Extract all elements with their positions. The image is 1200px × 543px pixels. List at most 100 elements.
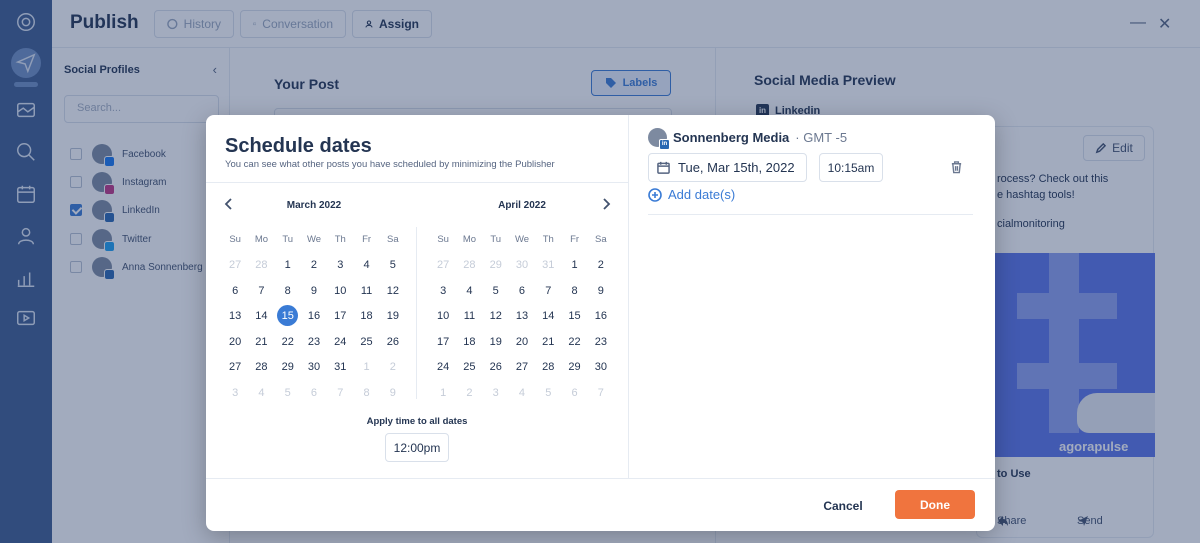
- calendar-grid: Su Mo Tu We Th Fr Sa 27 28 29 30 31 1 2 3 4 5 6 7 8 9 10 11 12 1…: [430, 227, 614, 406]
- weekday-label: We: [514, 233, 530, 245]
- calendar-day[interactable]: 2: [301, 254, 327, 276]
- weekday-header-row: Su Mo Tu We Th Fr Sa: [222, 227, 406, 253]
- calendar-day[interactable]: 8: [275, 280, 301, 302]
- calendar-day[interactable]: 11: [456, 305, 482, 327]
- weekday-label: We: [306, 233, 322, 245]
- date-field[interactable]: Tue, Mar 15th, 2022: [648, 153, 807, 182]
- cancel-button[interactable]: Cancel: [816, 492, 870, 520]
- calendar-day: 1: [363, 361, 370, 374]
- calendar-day[interactable]: 19: [483, 331, 509, 353]
- calendar-day[interactable]: 3: [327, 254, 353, 276]
- calendar-day[interactable]: 17: [430, 331, 456, 353]
- calendar-week-row: 24 25 26 27 28 29 30: [430, 355, 614, 381]
- done-button[interactable]: Done: [895, 490, 975, 519]
- calendar-day[interactable]: 6: [509, 280, 535, 302]
- avatar: in: [648, 128, 670, 150]
- calendar-day: 29: [489, 259, 502, 272]
- calendar-day[interactable]: 1: [561, 254, 587, 276]
- calendar-day[interactable]: 21: [248, 331, 274, 353]
- calendar-day[interactable]: 28: [248, 356, 274, 378]
- calendar-day[interactable]: 23: [301, 331, 327, 353]
- calendar-day[interactable]: 17: [327, 305, 353, 327]
- calendar-day[interactable]: 10: [327, 280, 353, 302]
- weekday-label: Th: [542, 233, 554, 245]
- weekday-label: Mo: [254, 233, 269, 245]
- calendar-day[interactable]: 11: [353, 280, 379, 302]
- weekday-label: Mo: [462, 233, 477, 245]
- calendar-day: 27: [229, 259, 242, 272]
- calendar-day[interactable]: 4: [456, 280, 482, 302]
- calendar-week-row: 13 14 15 16 17 18 19: [222, 304, 406, 330]
- calendar-day-selected[interactable]: 15: [275, 305, 301, 327]
- calendar-day[interactable]: 30: [301, 356, 327, 378]
- calendar-day[interactable]: 31: [327, 356, 353, 378]
- weekday-label: Tu: [490, 233, 502, 245]
- calendar-day[interactable]: 28: [535, 356, 561, 378]
- calendar-week-row: 20 21 22 23 24 25 26: [222, 329, 406, 355]
- calendar-day[interactable]: 29: [561, 356, 587, 378]
- calendar-day[interactable]: 3: [430, 280, 456, 302]
- calendar-day: 31: [542, 259, 555, 272]
- calendar-day[interactable]: 27: [509, 356, 535, 378]
- calendar-day[interactable]: 7: [535, 280, 561, 302]
- calendar-day[interactable]: 2: [588, 254, 614, 276]
- calendar-day[interactable]: 20: [222, 331, 248, 353]
- calendar-day[interactable]: 6: [222, 280, 248, 302]
- calendar-day[interactable]: 27: [222, 356, 248, 378]
- calendar-day: 6: [571, 386, 578, 399]
- time-field[interactable]: 10:15am: [819, 153, 883, 182]
- calendar-day[interactable]: 1: [275, 254, 301, 276]
- calendar-day[interactable]: 21: [535, 331, 561, 353]
- calendar-day[interactable]: 5: [483, 280, 509, 302]
- calendar-day[interactable]: 24: [327, 331, 353, 353]
- calendar-day[interactable]: 5: [380, 254, 406, 276]
- calendar-day[interactable]: 4: [353, 254, 379, 276]
- calendar-day: 27: [437, 259, 450, 272]
- calendar-icon: [657, 161, 670, 174]
- calendar-day[interactable]: 14: [535, 305, 561, 327]
- calendar-day[interactable]: 26: [380, 331, 406, 353]
- calendar-day[interactable]: 24: [430, 356, 456, 378]
- calendar-day[interactable]: 12: [380, 280, 406, 302]
- calendar-day[interactable]: 13: [509, 305, 535, 327]
- calendar-day[interactable]: 15: [561, 305, 587, 327]
- plus-circle-icon: [648, 187, 662, 202]
- calendar-day[interactable]: 19: [380, 305, 406, 327]
- calendar-day[interactable]: 12: [483, 305, 509, 327]
- calendar-day[interactable]: 8: [561, 280, 587, 302]
- calendar-month-label: March 2022: [286, 200, 342, 211]
- divider: [628, 115, 629, 478]
- weekday-label: Th: [334, 233, 346, 245]
- add-dates-link[interactable]: Add date(s): [648, 187, 735, 202]
- calendar-day: 7: [337, 386, 344, 399]
- calendar-day[interactable]: 9: [588, 280, 614, 302]
- calendar-day[interactable]: 9: [301, 280, 327, 302]
- calendar-day[interactable]: 23: [588, 331, 614, 353]
- weekday-label: Tu: [282, 233, 294, 245]
- apply-time-input[interactable]: 12:00pm: [385, 433, 449, 462]
- calendar-day[interactable]: 16: [301, 305, 327, 327]
- calendar-day[interactable]: 22: [275, 331, 301, 353]
- calendar-day[interactable]: 25: [456, 356, 482, 378]
- calendar-day[interactable]: 10: [430, 305, 456, 327]
- calendar-day[interactable]: 25: [353, 331, 379, 353]
- calendar-day: 2: [389, 361, 396, 374]
- modal-title: Schedule dates: [225, 135, 372, 157]
- calendar-day[interactable]: 18: [353, 305, 379, 327]
- weekday-label: Fr: [362, 233, 372, 245]
- calendar-grid: Su Mo Tu We Th Fr Sa 27 28 1 2 3 4 5 6 7 8 9 10 11 12 13 14 15 1…: [222, 227, 406, 406]
- calendar-day[interactable]: 22: [561, 331, 587, 353]
- calendar-week-row: 6 7 8 9 10 11 12: [222, 278, 406, 304]
- calendar-day[interactable]: 16: [588, 305, 614, 327]
- apply-time-label: Apply time to all dates: [366, 416, 468, 427]
- calendar-day[interactable]: 14: [248, 305, 274, 327]
- calendar-day[interactable]: 13: [222, 305, 248, 327]
- calendar-day[interactable]: 7: [248, 280, 274, 302]
- calendar-day[interactable]: 18: [456, 331, 482, 353]
- calendar-day[interactable]: 20: [509, 331, 535, 353]
- calendar-day[interactable]: 26: [483, 356, 509, 378]
- calendar-day[interactable]: 30: [588, 356, 614, 378]
- calendar-day: 1: [440, 386, 447, 399]
- calendar-day[interactable]: 29: [275, 356, 301, 378]
- trash-icon[interactable]: [950, 160, 964, 174]
